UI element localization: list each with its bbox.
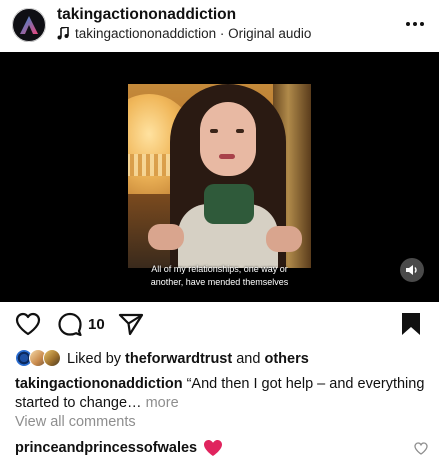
liked-user-link[interactable]: theforwardtrust bbox=[125, 351, 232, 367]
comment-like-button[interactable] bbox=[414, 442, 428, 460]
subtitle-line-1: All of my relationships, one way or bbox=[151, 264, 288, 274]
liked-others-link[interactable]: others bbox=[264, 351, 308, 367]
profile-avatar[interactable] bbox=[12, 8, 46, 42]
like-button[interactable] bbox=[15, 312, 41, 336]
person-eye-right bbox=[236, 129, 244, 133]
post-header: takingactiononaddiction takingactiononad… bbox=[0, 0, 439, 52]
hand-left bbox=[148, 224, 184, 250]
bookmark-icon bbox=[402, 313, 420, 335]
share-button[interactable] bbox=[118, 312, 144, 336]
person-face bbox=[200, 102, 256, 176]
heart-icon bbox=[15, 312, 41, 336]
post-username[interactable]: takingactiononaddiction bbox=[57, 6, 236, 24]
small-heart-icon bbox=[414, 442, 428, 455]
video-subtitle: All of my relationships, one way or anot… bbox=[128, 263, 311, 289]
avatar-ring bbox=[12, 8, 46, 42]
red-heart-emoji bbox=[203, 439, 223, 457]
comment-button[interactable] bbox=[57, 312, 83, 336]
liked-by-row[interactable]: Liked by theforwardtrust and others bbox=[15, 349, 309, 369]
music-note-icon bbox=[57, 27, 69, 40]
person-hands bbox=[148, 224, 302, 254]
liked-by-text: Liked by theforwardtrust and others bbox=[67, 351, 309, 367]
share-icon bbox=[118, 313, 144, 336]
hand-right bbox=[266, 226, 302, 252]
caption-more-link[interactable]: more bbox=[146, 395, 179, 411]
liker-avatar-3 bbox=[43, 349, 61, 367]
comment-username[interactable]: princeandprincessofwales bbox=[15, 440, 197, 456]
sound-toggle-button[interactable] bbox=[400, 258, 424, 282]
person-lips bbox=[219, 154, 235, 159]
audio-label: takingactiononaddiction · Original audio bbox=[75, 26, 312, 41]
liked-prefix: Liked by bbox=[67, 351, 122, 367]
comment-count: 10 bbox=[88, 316, 105, 333]
more-options-button[interactable] bbox=[401, 12, 429, 36]
comment-icon bbox=[58, 312, 82, 336]
subtitle-line-2: another, have mended themselves bbox=[150, 277, 289, 287]
person-eye-left bbox=[210, 129, 218, 133]
view-all-comments-link[interactable]: View all comments bbox=[15, 414, 136, 430]
sound-icon bbox=[406, 265, 417, 275]
action-bar: 10 bbox=[0, 310, 439, 340]
liked-and: and bbox=[236, 351, 261, 367]
save-button[interactable] bbox=[401, 312, 421, 336]
red-heart-icon bbox=[204, 440, 223, 456]
liker-avatars bbox=[15, 349, 65, 369]
post-media[interactable]: All of my relationships, one way or anot… bbox=[0, 52, 439, 302]
more-dots-icon bbox=[406, 22, 424, 26]
person-scarf bbox=[204, 184, 254, 224]
audio-line[interactable]: takingactiononaddiction · Original audio bbox=[57, 26, 311, 41]
caption-username[interactable]: takingactiononaddiction bbox=[15, 376, 183, 392]
post-caption: takingactiononaddiction “And then I got … bbox=[15, 375, 425, 413]
comment-row: princeandprincessofwales bbox=[15, 438, 430, 458]
video-frame bbox=[128, 84, 311, 268]
